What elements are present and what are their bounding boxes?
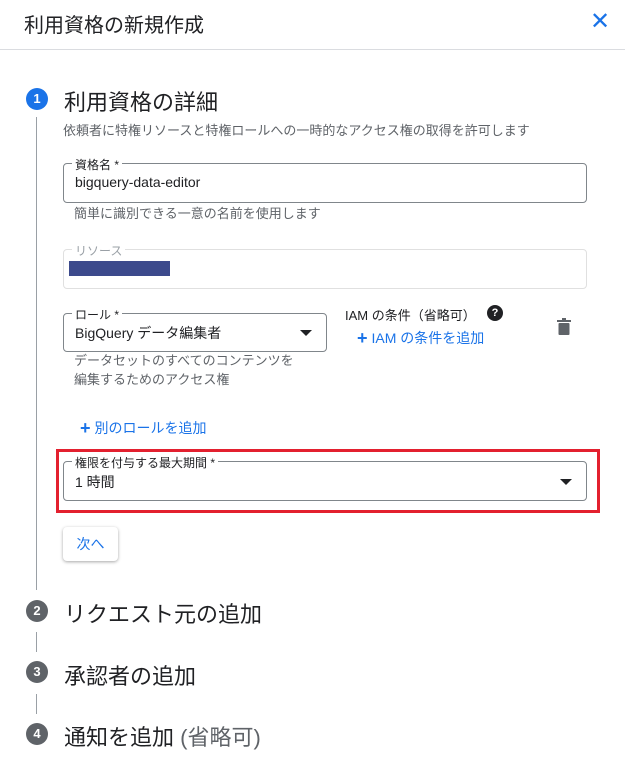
step-1-title[interactable]: 利用資格の詳細 — [64, 85, 218, 117]
chevron-down-icon — [560, 479, 572, 485]
max-duration-dropdown[interactable]: 権限を付与する最大期間 * 1 時間 — [63, 454, 587, 501]
step-4-title-text: 通知を追加 — [64, 725, 175, 750]
add-role-link[interactable]: + 別のロールを追加 — [80, 418, 207, 439]
entitlement-name-label: 資格名 * — [72, 156, 123, 173]
close-icon[interactable]: ✕ — [588, 10, 612, 34]
step-3-title[interactable]: 承認者の追加 — [64, 659, 196, 691]
step-3-indicator: 3 — [26, 661, 48, 683]
add-role-label: 別のロールを追加 — [94, 420, 207, 436]
max-duration-label: 権限を付与する最大期間 * — [72, 454, 219, 471]
step-4-title[interactable]: 通知を追加 (省略可) — [64, 720, 261, 752]
entitlement-name-value: bigquery-data-editor — [75, 174, 201, 190]
header-divider — [0, 49, 625, 50]
entitlement-name-field[interactable]: 資格名 * bigquery-data-editor — [63, 156, 587, 203]
iam-condition-label: IAM の条件（省略可） — [345, 308, 476, 323]
step-4-optional: (省略可) — [180, 725, 261, 750]
max-duration-value: 1 時間 — [75, 474, 115, 490]
step-2-title[interactable]: リクエスト元の追加 — [64, 597, 262, 629]
help-icon[interactable]: ? — [487, 305, 503, 321]
step-1-description: 依頼者に特権リソースと特権ロールへの一時的なアクセス権の取得を許可します — [63, 123, 530, 138]
step-1-indicator: 1 — [26, 88, 48, 110]
add-iam-condition-label: IAM の条件を追加 — [371, 330, 485, 346]
role-dropdown[interactable]: ロール * BigQuery データ編集者 — [63, 306, 327, 352]
next-button[interactable]: 次へ — [63, 527, 118, 561]
step-2-indicator: 2 — [26, 600, 48, 622]
plus-icon: + — [357, 328, 368, 348]
step-connector — [36, 694, 37, 714]
add-iam-condition-link[interactable]: + IAM の条件を追加 — [357, 328, 484, 349]
step-4-indicator: 4 — [26, 723, 48, 745]
entitlement-name-helper: 簡単に識別できる一意の名前を使用します — [74, 206, 321, 221]
role-helper-line2: 編集するためのアクセス権 — [74, 372, 230, 387]
plus-icon: + — [80, 418, 91, 438]
redacted-resource-value — [69, 261, 170, 276]
step-connector — [36, 117, 37, 590]
chevron-down-icon — [300, 330, 312, 336]
resource-label: リソース — [72, 242, 126, 259]
role-value: BigQuery データ編集者 — [75, 325, 222, 341]
trash-icon[interactable] — [557, 318, 571, 335]
step-connector — [36, 632, 37, 652]
resource-field: リソース — [63, 242, 587, 289]
role-label: ロール * — [72, 306, 123, 323]
dialog-title: 利用資格の新規作成 — [24, 15, 204, 37]
role-helper-line1: データセットのすべてのコンテンツを — [74, 353, 294, 368]
